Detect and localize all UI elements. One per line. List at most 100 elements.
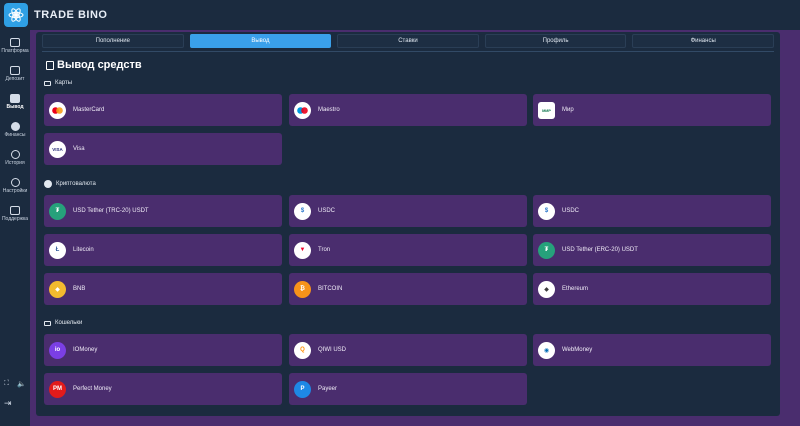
section-title: Кошельки — [55, 320, 83, 326]
iomoney-icon: io — [49, 341, 66, 359]
payment-option-label: Litecoin — [73, 247, 94, 253]
wallet-icon — [44, 320, 51, 326]
sidebar-item-history[interactable]: История — [0, 150, 30, 166]
logout-icon[interactable]: ⇥ — [4, 398, 12, 409]
page-title-text: Вывод средств — [57, 59, 142, 71]
sidebar-item-withdraw[interactable]: Вывод — [0, 94, 30, 110]
payment-option-ethereum[interactable]: ◆ Ethereum — [533, 273, 771, 305]
brand-name[interactable]: TRADE BINO — [34, 9, 107, 21]
gear-icon — [10, 178, 20, 187]
sidebar-item-label: Настройки — [2, 188, 28, 194]
payment-option-usdc-2[interactable]: $ USDC — [533, 195, 771, 227]
payeer-icon: P — [294, 380, 311, 398]
tron-icon: ▼ — [294, 241, 311, 259]
payment-option-bnb[interactable]: ◆ BNB — [44, 273, 282, 305]
maestro-icon — [294, 101, 311, 119]
payment-option-label: Ethereum — [562, 286, 589, 292]
fullscreen-icon[interactable]: ⛶ — [4, 380, 9, 388]
cash-icon — [10, 94, 20, 103]
tab-bets[interactable]: Ставки — [337, 34, 479, 48]
payment-option-label: BITCOIN — [318, 286, 343, 292]
payment-option-iomoney[interactable]: io IOMoney — [44, 334, 282, 366]
sidebar-item-label: История — [5, 160, 25, 166]
mir-icon: МИР — [538, 101, 555, 119]
payment-option-mir[interactable]: МИР Мир — [533, 94, 771, 126]
wallet-icon — [10, 66, 20, 75]
payment-option-perfect-money[interactable]: PM Perfect Money — [44, 373, 282, 405]
credit-card-icon — [44, 80, 51, 86]
payment-option-label: USDC — [562, 208, 580, 214]
payment-option-bitcoin[interactable]: ₿ BITCOIN — [289, 273, 527, 305]
sidebar: Платформа Депозит Вывод Финансы История … — [0, 30, 30, 426]
ethereum-icon: ◆ — [538, 280, 555, 298]
clock-icon — [10, 150, 20, 159]
cash-register-icon — [46, 60, 54, 70]
payment-option-label: WebMoney — [562, 347, 593, 353]
tab-deposit[interactable]: Пополнение — [42, 34, 184, 48]
payment-option-tether-erc20[interactable]: ₮ USD Tether (ERC-20) USDT — [533, 234, 771, 266]
sidebar-item-label: Платформа — [1, 48, 29, 54]
sidebar-controls: ⛶ 🔈 — [4, 380, 26, 388]
payment-option-label: USDC — [318, 208, 336, 214]
webmoney-icon: ◉ — [538, 341, 555, 359]
section-header-cards: Карты — [44, 80, 72, 86]
payment-option-qiwi[interactable]: Q QIWI USD — [289, 334, 527, 366]
payment-option-payeer[interactable]: P Payeer — [289, 373, 527, 405]
usdc-icon: $ — [294, 202, 311, 220]
perfect-money-icon: PM — [49, 380, 66, 398]
sidebar-item-label: Депозит — [5, 76, 25, 82]
visa-icon: VISA — [49, 140, 66, 158]
bnb-icon: ◆ — [49, 280, 66, 298]
tab-finance[interactable]: Финансы — [632, 34, 774, 48]
section-header-crypto: Криптовалюта — [44, 180, 96, 188]
payment-option-webmoney[interactable]: ◉ WebMoney — [533, 334, 771, 366]
tether-erc20-icon: ₮ — [538, 241, 555, 259]
payment-option-visa[interactable]: VISA Visa — [44, 133, 282, 165]
payment-option-label: Мир — [562, 107, 574, 113]
payment-option-label: Visa — [73, 146, 85, 152]
payment-option-label: Tron — [318, 247, 331, 253]
payment-option-label: Maestro — [318, 107, 340, 113]
main-panel: Пополнение Вывод Ставки Профиль Финансы … — [36, 32, 780, 416]
mastercard-icon — [49, 101, 66, 119]
sound-icon[interactable]: 🔈 — [17, 380, 26, 388]
usdc-icon: $ — [538, 202, 555, 220]
sidebar-item-settings[interactable]: Настройки — [0, 178, 30, 194]
section-header-wallets: Кошельки — [44, 320, 82, 326]
sidebar-item-label: Вывод — [6, 104, 24, 110]
payment-option-tether-trc20[interactable]: ₮ USD Tether (TRC-20) USDT — [44, 195, 282, 227]
qiwi-icon: Q — [294, 341, 311, 359]
payment-option-label: IOMoney — [73, 347, 98, 353]
payment-option-tron[interactable]: ▼ Tron — [289, 234, 527, 266]
payment-option-label: BNB — [73, 286, 86, 292]
payment-option-mastercard[interactable]: MasterCard — [44, 94, 282, 126]
tab-bar: Пополнение Вывод Ставки Профиль Финансы — [42, 34, 774, 52]
tether-trc20-icon: ₮ — [49, 202, 66, 220]
tab-divider — [42, 51, 774, 52]
sidebar-item-finance[interactable]: Финансы — [0, 122, 30, 138]
logo-icon[interactable] — [4, 3, 28, 27]
page-title: Вывод средств — [46, 59, 142, 71]
litecoin-icon: Ł — [49, 241, 66, 259]
payment-option-label: USD Tether (TRC-20) USDT — [73, 208, 149, 214]
tab-profile[interactable]: Профиль — [484, 34, 627, 48]
payment-option-label: USD Tether (ERC-20) USDT — [562, 247, 638, 253]
section-title: Карты — [55, 80, 73, 86]
sidebar-item-label: Поддержка — [1, 216, 29, 222]
sidebar-logout: ⇥ — [4, 398, 26, 409]
payment-option-label: QIWI USD — [318, 347, 346, 353]
section-title: Криптовалюта — [56, 181, 96, 187]
payment-option-usdc[interactable]: $ USDC — [289, 195, 527, 227]
sidebar-item-support[interactable]: Поддержка — [0, 206, 30, 222]
chat-icon — [10, 206, 20, 215]
chart-icon — [10, 38, 20, 47]
payment-option-litecoin[interactable]: Ł Litecoin — [44, 234, 282, 266]
bitcoin-icon: ₿ — [294, 280, 311, 298]
payment-option-maestro[interactable]: Maestro — [289, 94, 527, 126]
tab-withdraw[interactable]: Вывод — [189, 34, 332, 48]
sidebar-item-label: Финансы — [4, 132, 26, 138]
sidebar-item-deposit[interactable]: Депозит — [0, 66, 30, 82]
top-bar: TRADE BINO — [0, 0, 800, 30]
payment-option-label: MasterCard — [73, 107, 105, 113]
sidebar-item-platform[interactable]: Платформа — [0, 38, 30, 54]
